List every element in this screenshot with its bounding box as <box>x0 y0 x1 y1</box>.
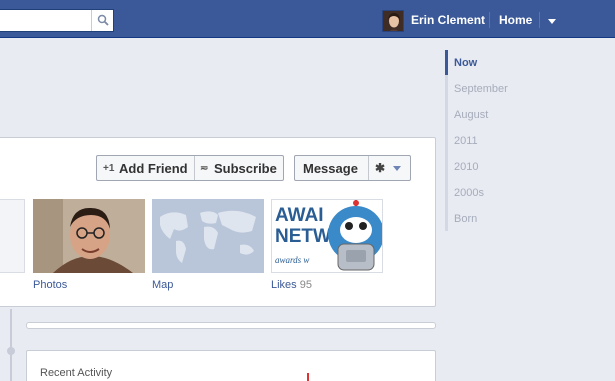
subscribe-icon: ≂ <box>200 163 209 174</box>
likes-label[interactable]: Likes <box>271 279 297 291</box>
timeline-item-august[interactable]: August <box>454 109 488 121</box>
timeline-item-september[interactable]: September <box>454 83 508 95</box>
previous-thumbnail[interactable] <box>0 199 25 273</box>
timeline-item-now[interactable]: Now <box>454 57 477 69</box>
photo-image <box>33 199 145 273</box>
likes-link[interactable]: Likes 95 <box>271 279 312 291</box>
timeline-dot <box>7 347 15 355</box>
timeline-item-2011[interactable]: 2011 <box>454 135 478 147</box>
timeline-nav: Now September August 2011 2010 2000s Bor… <box>445 50 525 231</box>
composer-strip <box>26 322 436 329</box>
dropdown-caret-icon[interactable] <box>548 19 556 24</box>
recent-activity-title: Recent Activity <box>40 367 113 379</box>
timeline-nav-active-indicator <box>445 50 448 75</box>
search-input[interactable] <box>2 12 88 29</box>
add-friend-button[interactable]: Add Friend <box>119 161 188 176</box>
map-link[interactable]: Map <box>152 279 173 291</box>
timeline-item-2010[interactable]: 2010 <box>454 161 478 173</box>
map-thumbnail[interactable] <box>152 199 264 273</box>
nav-divider <box>539 12 540 28</box>
timeline-nav-bar <box>445 50 448 231</box>
gear-icon: ✱ <box>375 161 386 175</box>
add-friend-icon: +1 <box>103 163 115 174</box>
search-button[interactable] <box>91 10 113 31</box>
search-icon <box>97 14 109 26</box>
likes-count: 95 <box>299 279 312 291</box>
top-bar: Erin Clement Home <box>0 0 615 38</box>
avatar[interactable] <box>382 10 404 32</box>
avatar-image <box>383 11 403 31</box>
timeline-spine <box>10 309 12 381</box>
settings-menu-button[interactable]: ✱ <box>369 156 411 180</box>
recent-activity-card: Recent Activity <box>26 350 436 381</box>
nav-divider <box>489 12 490 28</box>
photos-thumbnail[interactable] <box>33 199 145 273</box>
likes-thumbnail[interactable]: AWAI NETW awards w <box>271 199 383 273</box>
photos-link[interactable]: Photos <box>33 279 67 291</box>
robot-mascot-image <box>328 200 382 271</box>
button-divider <box>194 156 195 180</box>
home-link[interactable]: Home <box>499 13 532 27</box>
subscribe-button[interactable]: Subscribe <box>214 161 277 176</box>
activity-marker <box>307 373 309 381</box>
search-box[interactable] <box>0 9 114 32</box>
chevron-down-icon <box>393 166 401 171</box>
friend-subscribe-group: +1 Add Friend ≂ Subscribe <box>96 155 284 181</box>
message-button[interactable]: Message <box>303 161 358 176</box>
profile-name-link[interactable]: Erin Clement <box>411 13 485 27</box>
timeline-item-2000s[interactable]: 2000s <box>454 187 484 199</box>
timeline-item-born[interactable]: Born <box>454 213 477 225</box>
world-map-image <box>152 199 264 273</box>
message-settings-group: Message ✱ <box>294 155 411 181</box>
